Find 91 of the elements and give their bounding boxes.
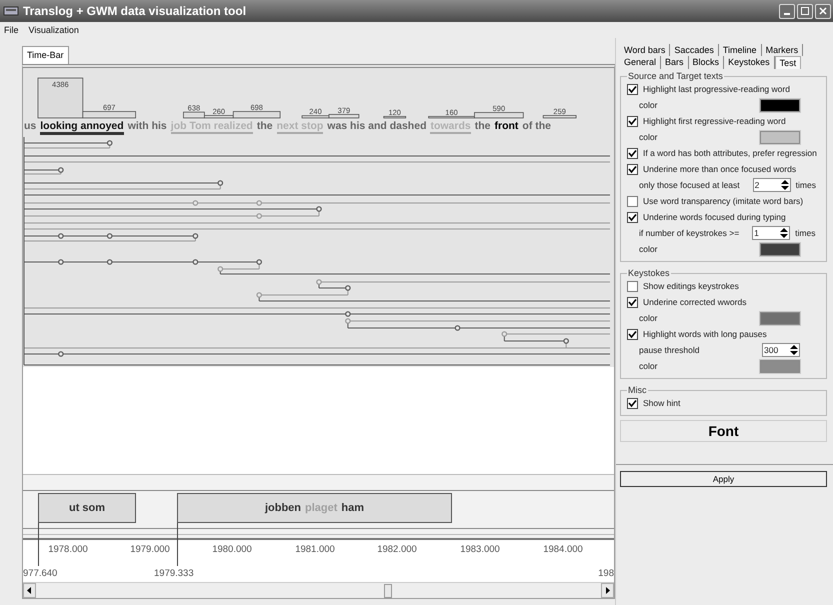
color-label: color	[639, 361, 658, 371]
checkbox[interactable]	[627, 164, 638, 174]
settings-tab[interactable]: Timeline	[718, 44, 762, 56]
axis-label: 1983.000	[459, 544, 501, 555]
unit-label: times	[795, 228, 816, 238]
checkbox-label: If a word has both attributes, prefer regression	[643, 148, 817, 158]
menu-item[interactable]: Visualization	[28, 25, 79, 35]
axis-label: 1982.000	[376, 544, 418, 555]
unit-label: times	[796, 180, 816, 190]
checkbox[interactable]	[627, 398, 638, 408]
settings-tab[interactable]: General	[620, 56, 662, 69]
color-swatch[interactable]	[760, 360, 800, 372]
checkbox-label: Show hint	[643, 398, 680, 408]
color-label: color	[639, 244, 658, 254]
spin-label: only those focused at least	[639, 180, 740, 190]
source-word: the	[256, 120, 273, 132]
maximize-icon	[801, 7, 809, 15]
word-bar	[383, 116, 406, 118]
block-word: ham	[341, 502, 364, 514]
settings-tab[interactable]: Bars	[661, 56, 689, 69]
axis-label: 1979.000	[129, 544, 171, 555]
color-swatch[interactable]	[760, 98, 800, 112]
font-button[interactable]: Font	[620, 420, 827, 442]
scroll-right-icon[interactable]	[601, 583, 614, 598]
scroll-left-icon[interactable]	[23, 583, 36, 598]
spin-label: if number of keystrokes >=	[639, 228, 740, 238]
checkbox[interactable]	[627, 328, 638, 340]
settings-tab[interactable]: Word bars	[620, 44, 670, 56]
source-word: was his and dashed	[327, 120, 426, 132]
spin-field[interactable]: 2	[752, 178, 791, 192]
checkbox[interactable]	[627, 280, 638, 292]
menu-item[interactable]: File	[4, 25, 19, 35]
close-button[interactable]	[815, 4, 831, 18]
checkbox[interactable]	[627, 212, 638, 222]
color-label: color	[639, 100, 658, 110]
settings-tab[interactable]: Test	[774, 56, 802, 69]
block-word: ut som	[68, 502, 106, 514]
checkbox[interactable]	[627, 116, 638, 126]
settings-tab[interactable]: Saccades	[670, 44, 719, 56]
checkbox[interactable]	[627, 84, 638, 94]
horizontal-scrollbar[interactable]	[23, 582, 614, 598]
minimize-button[interactable]	[779, 4, 795, 18]
source-word: looking annoyed	[40, 120, 124, 135]
axis-label: 1981.000	[294, 544, 336, 555]
source-word: of the	[522, 120, 551, 132]
word-bar	[542, 115, 577, 118]
checkbox[interactable]	[627, 148, 638, 158]
group-title: Keystokes	[627, 268, 671, 278]
block-word: plaget	[305, 502, 338, 514]
color-label: color	[639, 313, 658, 323]
color-label: color	[639, 132, 658, 142]
app-icon	[3, 5, 19, 17]
checkbox[interactable]	[627, 296, 638, 308]
checkbox[interactable]	[627, 196, 638, 206]
spin-arrows-icon[interactable]	[790, 345, 798, 355]
color-swatch[interactable]	[760, 242, 800, 256]
source-word: us	[24, 120, 36, 132]
block-word: jobben	[264, 502, 302, 514]
source-word: front	[494, 120, 518, 132]
axis-label: 1980.000	[211, 544, 253, 555]
group-title: Misc	[627, 385, 648, 395]
group-title: Source and Target texts	[627, 71, 724, 81]
checkbox-label: Highlight words with long pauses	[643, 329, 767, 339]
source-word: the	[474, 120, 490, 132]
spin-field[interactable]: 1	[752, 226, 790, 240]
settings-tab[interactable]: Blocks	[688, 56, 724, 69]
apply-button[interactable]: Apply	[620, 471, 827, 487]
color-swatch[interactable]	[760, 130, 800, 144]
axis-label: 1984.000	[542, 544, 584, 555]
checkbox-label: Highlight last progressive-reading word	[643, 84, 790, 94]
block-time-label: 198	[598, 568, 614, 579]
spin-arrows-icon[interactable]	[780, 228, 788, 238]
checkbox-label: Highlight first regressive-reading word	[643, 116, 786, 126]
checkbox-label: Underine corrected wwords	[643, 297, 746, 307]
maximize-button[interactable]	[797, 4, 813, 18]
source-word: with his	[128, 120, 167, 132]
color-swatch[interactable]	[760, 312, 800, 324]
close-icon	[819, 7, 827, 15]
view-tab[interactable]: Time-Bar	[22, 46, 69, 64]
spin-label: pause threshold	[639, 345, 700, 355]
block-time-label: 1979.333	[154, 568, 194, 579]
block-time-label: 977.640	[23, 568, 58, 579]
checkbox-label: Underine words focused during typing	[643, 212, 786, 222]
checkbox-label: Use word transparency (imitate word bars)	[643, 196, 804, 206]
checkbox-label: Show editings keystrokes	[643, 281, 739, 291]
window-title: Translog + GWM data visualization tool	[23, 4, 246, 18]
spin-field[interactable]: 300	[762, 343, 800, 357]
scroll-thumb[interactable]	[384, 584, 392, 598]
checkbox-label: Underine more than once focused words	[643, 164, 796, 174]
spin-arrows-icon[interactable]	[780, 180, 789, 190]
axis-label: 1978.000	[47, 544, 89, 555]
